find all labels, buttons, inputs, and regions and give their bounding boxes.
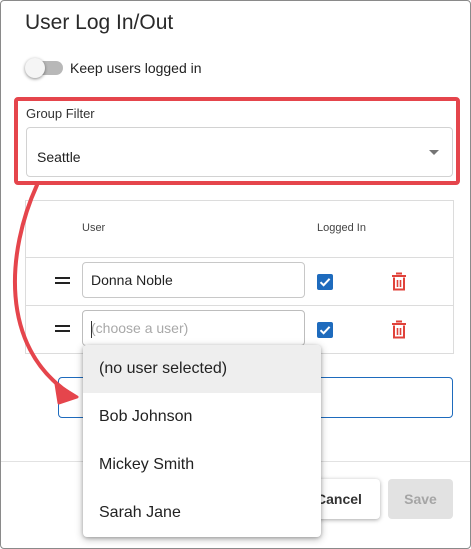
column-header-user: User (82, 222, 106, 234)
group-filter: Group Filter Seattle (25, 98, 455, 180)
column-header-logged-in: Logged In (317, 222, 366, 234)
text-cursor (91, 321, 92, 338)
drag-handle-icon[interactable] (55, 325, 70, 332)
dialog-title: User Log In/Out (25, 11, 174, 34)
save-button[interactable]: Save (388, 479, 453, 519)
toggle-knob (25, 58, 45, 78)
keep-logged-in-label: Keep users logged in (70, 60, 202, 76)
keep-logged-in-toggle[interactable] (25, 58, 65, 78)
checkbox-checked-icon (319, 278, 331, 287)
dropdown-option-mickey-smith[interactable]: Mickey Smith (83, 441, 321, 489)
user-field[interactable] (82, 310, 305, 346)
user-dropdown-menu: (no user selected) Bob Johnson Mickey Sm… (83, 345, 321, 537)
drag-handle-icon[interactable] (55, 277, 70, 284)
dropdown-option-sarah-jane[interactable]: Sarah Jane (83, 489, 321, 537)
checkbox-checked-icon (319, 326, 331, 335)
user-table: User Logged In (25, 200, 454, 354)
chevron-down-icon (429, 150, 439, 155)
trash-icon[interactable] (391, 320, 407, 339)
group-filter-label: Group Filter (26, 106, 95, 121)
table-row (26, 257, 453, 305)
group-filter-value: Seattle (37, 149, 81, 165)
logged-in-checkbox[interactable] (317, 322, 333, 338)
group-filter-select[interactable]: Seattle (26, 127, 453, 177)
user-field[interactable] (82, 262, 305, 298)
dropdown-option-bob-johnson[interactable]: Bob Johnson (83, 393, 321, 441)
trash-icon[interactable] (391, 272, 407, 291)
user-login-dialog: User Log In/Out Keep users logged in Gro… (0, 0, 471, 549)
logged-in-checkbox[interactable] (317, 274, 333, 290)
dropdown-option-no-user[interactable]: (no user selected) (83, 345, 321, 393)
